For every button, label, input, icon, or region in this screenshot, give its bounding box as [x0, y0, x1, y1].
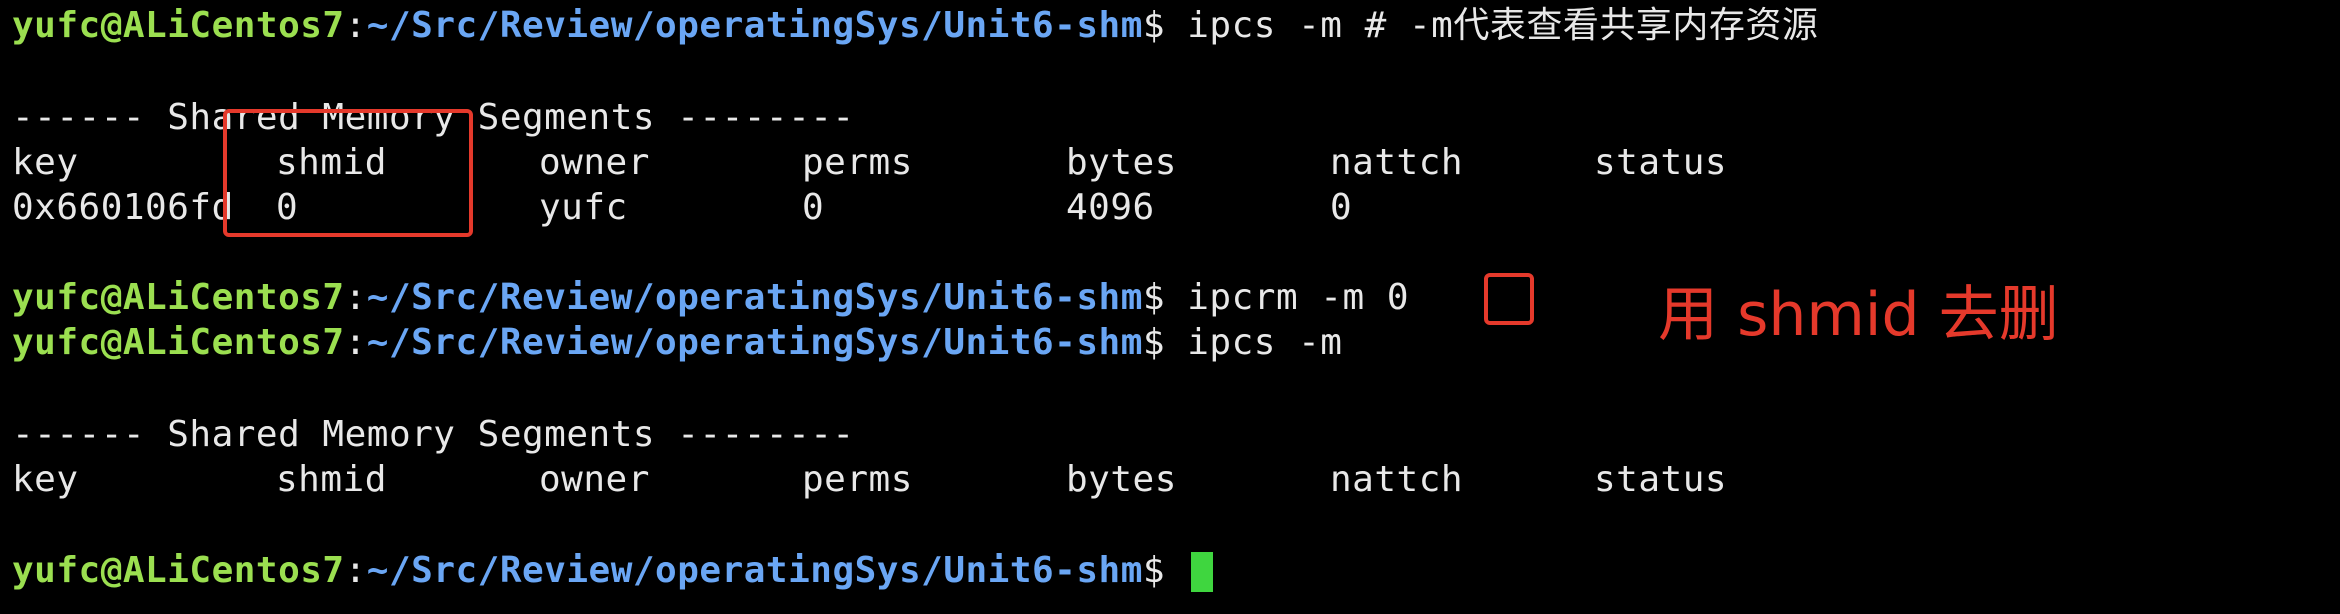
- prompt-colon: :: [344, 5, 367, 46]
- command-ipcrm-arg: 0: [1386, 277, 1410, 318]
- col-bytes: bytes: [1066, 459, 1177, 500]
- shmid-highlight-box: [223, 109, 473, 237]
- prompt-path: ~/Src/Review/operatingSys/Unit6-shm: [366, 277, 1143, 318]
- annotation-text: 用 shmid 去删: [1658, 280, 2059, 350]
- col-owner: owner: [539, 459, 650, 500]
- prompt-dollar: $: [1142, 550, 1166, 591]
- col-status: status: [1594, 142, 1728, 183]
- command-ipcs: ipcs -m: [1165, 322, 1343, 363]
- prompt-path: ~/Src/Review/operatingSys/Unit6-shm: [366, 550, 1143, 591]
- col-nattch: nattch: [1330, 459, 1464, 500]
- cell-bytes: 4096: [1066, 187, 1155, 228]
- prompt-user-host: yufc@ALiCentos7: [12, 5, 345, 46]
- shm-section-header-2: ------ Shared Memory Segments --------: [12, 414, 855, 455]
- cell-key: 0x660106fd: [12, 187, 234, 228]
- prompt-dollar: $: [1142, 277, 1166, 318]
- prompt-line-3: yufc@ALiCentos7:~/Src/Review/operatingSy…: [12, 321, 1342, 365]
- ipcrm-arg-highlight-box: [1484, 273, 1534, 325]
- col-status: status: [1594, 459, 1728, 500]
- col-shmid: shmid: [276, 459, 387, 500]
- prompt-user-host: yufc@ALiCentos7: [12, 550, 345, 591]
- cell-owner: yufc: [539, 187, 628, 228]
- cell-perms: 0: [802, 187, 825, 228]
- prompt-path: ~/Src/Review/operatingSys/Unit6-shm: [366, 5, 1143, 46]
- col-perms: perms: [802, 142, 913, 183]
- prompt-line-1: yufc@ALiCentos7:~/Src/Review/operatingSy…: [12, 4, 1818, 48]
- prompt-path: ~/Src/Review/operatingSys/Unit6-shm: [366, 322, 1143, 363]
- command-ipcs-with-comment: ipcs -m # -m代表查看共享内存资源: [1165, 5, 1819, 46]
- prompt-line-2: yufc@ALiCentos7:~/Src/Review/operatingSy…: [12, 276, 1409, 320]
- prompt-user-host: yufc@ALiCentos7: [12, 322, 345, 363]
- prompt-colon: :: [344, 550, 367, 591]
- terminal-cursor[interactable]: [1191, 552, 1214, 592]
- prompt-dollar: $: [1142, 5, 1166, 46]
- prompt-dollar: $: [1142, 322, 1166, 363]
- command-ipcrm: ipcrm -m: [1165, 277, 1387, 318]
- prompt-colon: :: [344, 322, 367, 363]
- prompt-user-host: yufc@ALiCentos7: [12, 277, 345, 318]
- prompt-line-4[interactable]: yufc@ALiCentos7:~/Src/Review/operatingSy…: [12, 549, 1214, 593]
- prompt-colon: :: [344, 277, 367, 318]
- col-perms: perms: [802, 459, 913, 500]
- col-nattch: nattch: [1330, 142, 1464, 183]
- table-header-row-2: key shmid owner perms bytes nattch statu…: [12, 458, 2332, 502]
- col-key: key: [12, 142, 79, 183]
- cell-nattch: 0: [1330, 187, 1353, 228]
- col-owner: owner: [539, 142, 650, 183]
- col-bytes: bytes: [1066, 142, 1177, 183]
- col-key: key: [12, 459, 79, 500]
